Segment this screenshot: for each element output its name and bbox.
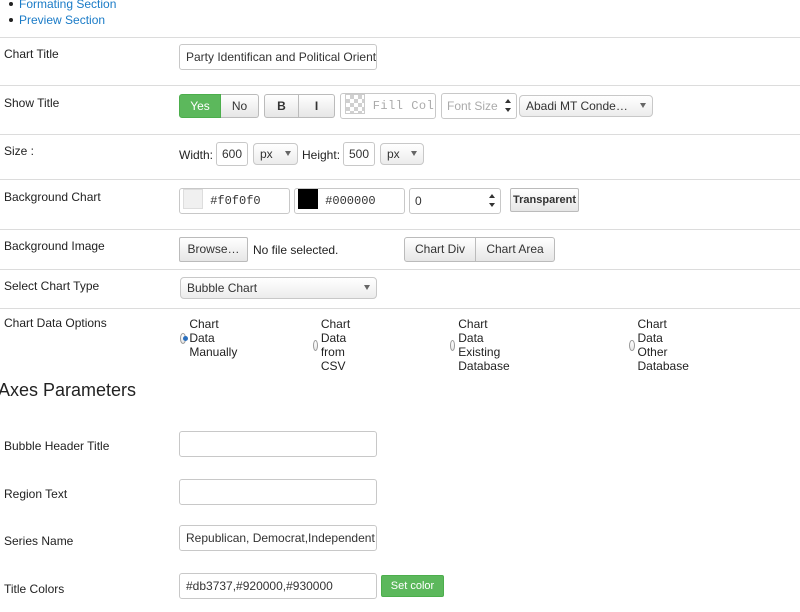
height-unit-select[interactable]: px	[380, 143, 424, 165]
transparent-button[interactable]: Transparent	[510, 188, 579, 212]
browse-button[interactable]: Browse…	[179, 237, 248, 262]
font-size-placeholder: Font Size	[447, 99, 498, 113]
radio-unselected-icon[interactable]	[450, 339, 456, 351]
chart-div-button[interactable]: Chart Div	[404, 237, 476, 262]
divider	[0, 37, 800, 38]
show-title-label: Show Title	[4, 96, 60, 110]
background-chart-label: Background Chart	[4, 190, 101, 204]
opacity-stepper[interactable]: 0	[409, 188, 501, 214]
link-item: Preview Section	[8, 12, 116, 28]
italic-button[interactable]: I	[299, 94, 335, 118]
width-unit-value: px	[260, 147, 273, 161]
bubble-header-title-input[interactable]	[179, 431, 377, 457]
series-name-label: Series Name	[4, 534, 74, 548]
font-family-select[interactable]: Abadi MT Conde…	[519, 95, 653, 117]
bold-button[interactable]: B	[264, 94, 299, 118]
title-colors-label: Title Colors	[4, 582, 65, 596]
font-size-stepper[interactable]: Font Size	[441, 93, 517, 119]
divider	[0, 134, 800, 135]
height-input[interactable]: 500	[343, 142, 375, 166]
show-title-no-button[interactable]: No	[221, 94, 259, 118]
color-swatch[interactable]	[183, 189, 203, 210]
chevron-down-icon	[411, 151, 417, 156]
width-input[interactable]: 600	[216, 142, 248, 166]
chart-type-select[interactable]: Bubble Chart	[180, 277, 377, 299]
radio-unselected-icon[interactable]	[313, 339, 318, 351]
bubble-header-title-label: Bubble Header Title	[4, 439, 110, 453]
formatting-section-link[interactable]: Formating Section	[19, 0, 116, 11]
background-image-label: Background Image	[4, 239, 105, 253]
radio-unselected-icon[interactable]	[629, 339, 635, 351]
border-color-input[interactable]: #000000	[294, 188, 405, 214]
fill-color-placeholder: Fill Colo	[372, 99, 436, 113]
show-title-yes-button[interactable]: Yes	[179, 94, 221, 118]
radio-label: Chart Data Manually	[189, 317, 238, 359]
stepper-arrows-icon[interactable]	[489, 191, 497, 211]
background-color-input[interactable]: #f0f0f0	[179, 188, 290, 214]
region-text-input[interactable]	[179, 479, 377, 505]
divider	[0, 85, 800, 86]
chart-area-button[interactable]: Chart Area	[476, 237, 555, 262]
preview-section-link[interactable]: Preview Section	[19, 13, 105, 27]
region-text-label: Region Text	[4, 487, 68, 501]
radio-selected-icon[interactable]	[180, 332, 189, 344]
divider	[0, 308, 800, 309]
radio-chart-data-manually[interactable]: Chart Data Manually	[180, 317, 242, 359]
stepper-arrows-icon[interactable]	[505, 96, 513, 116]
radio-label: Chart Data Existing Database	[458, 317, 510, 373]
select-chart-type-label: Select Chart Type	[4, 279, 100, 293]
radio-chart-data-existing-db[interactable]: Chart Data Existing Database	[450, 317, 515, 373]
checkerboard-icon	[345, 94, 365, 115]
border-color-value: #000000	[325, 194, 376, 208]
divider	[0, 229, 800, 230]
file-status: No file selected.	[253, 243, 339, 257]
opacity-value: 0	[415, 194, 422, 208]
radio-label: Chart Data Other Database	[637, 317, 689, 373]
radio-label: Chart Data from CSV	[320, 317, 351, 373]
radio-chart-data-other-db[interactable]: Chart Data Other Database	[629, 317, 694, 373]
chevron-down-icon	[640, 103, 646, 108]
chart-data-options-label: Chart Data Options	[4, 316, 107, 330]
width-label: Width:	[179, 148, 214, 162]
series-name-input[interactable]: Republican, Democrat,Independent	[179, 525, 377, 551]
background-color-value: #f0f0f0	[210, 194, 261, 208]
color-swatch[interactable]	[298, 189, 318, 210]
chevron-down-icon	[285, 151, 291, 156]
section-links: Formating Section Preview Section	[8, 0, 116, 28]
chart-title-input[interactable]: Party Identifican and Political Orient	[179, 44, 377, 70]
chart-type-value: Bubble Chart	[187, 281, 258, 295]
height-label: Height:	[302, 148, 341, 162]
font-family-value: Abadi MT Conde…	[526, 99, 628, 113]
radio-chart-data-csv[interactable]: Chart Data from CSV	[313, 317, 356, 373]
divider	[0, 179, 800, 180]
height-unit-value: px	[387, 147, 400, 161]
axes-parameters-heading: Axes Parameters	[0, 380, 137, 400]
title-colors-input[interactable]: #db3737,#920000,#930000	[179, 573, 377, 599]
divider	[0, 269, 800, 270]
chart-title-label: Chart Title	[4, 47, 59, 61]
fill-color-input[interactable]: Fill Colo	[340, 93, 436, 119]
size-label: Size :	[4, 144, 35, 158]
link-item: Formating Section	[8, 0, 116, 12]
chevron-down-icon	[364, 285, 370, 290]
set-color-button[interactable]: Set color	[381, 575, 444, 597]
width-unit-select[interactable]: px	[253, 143, 298, 165]
